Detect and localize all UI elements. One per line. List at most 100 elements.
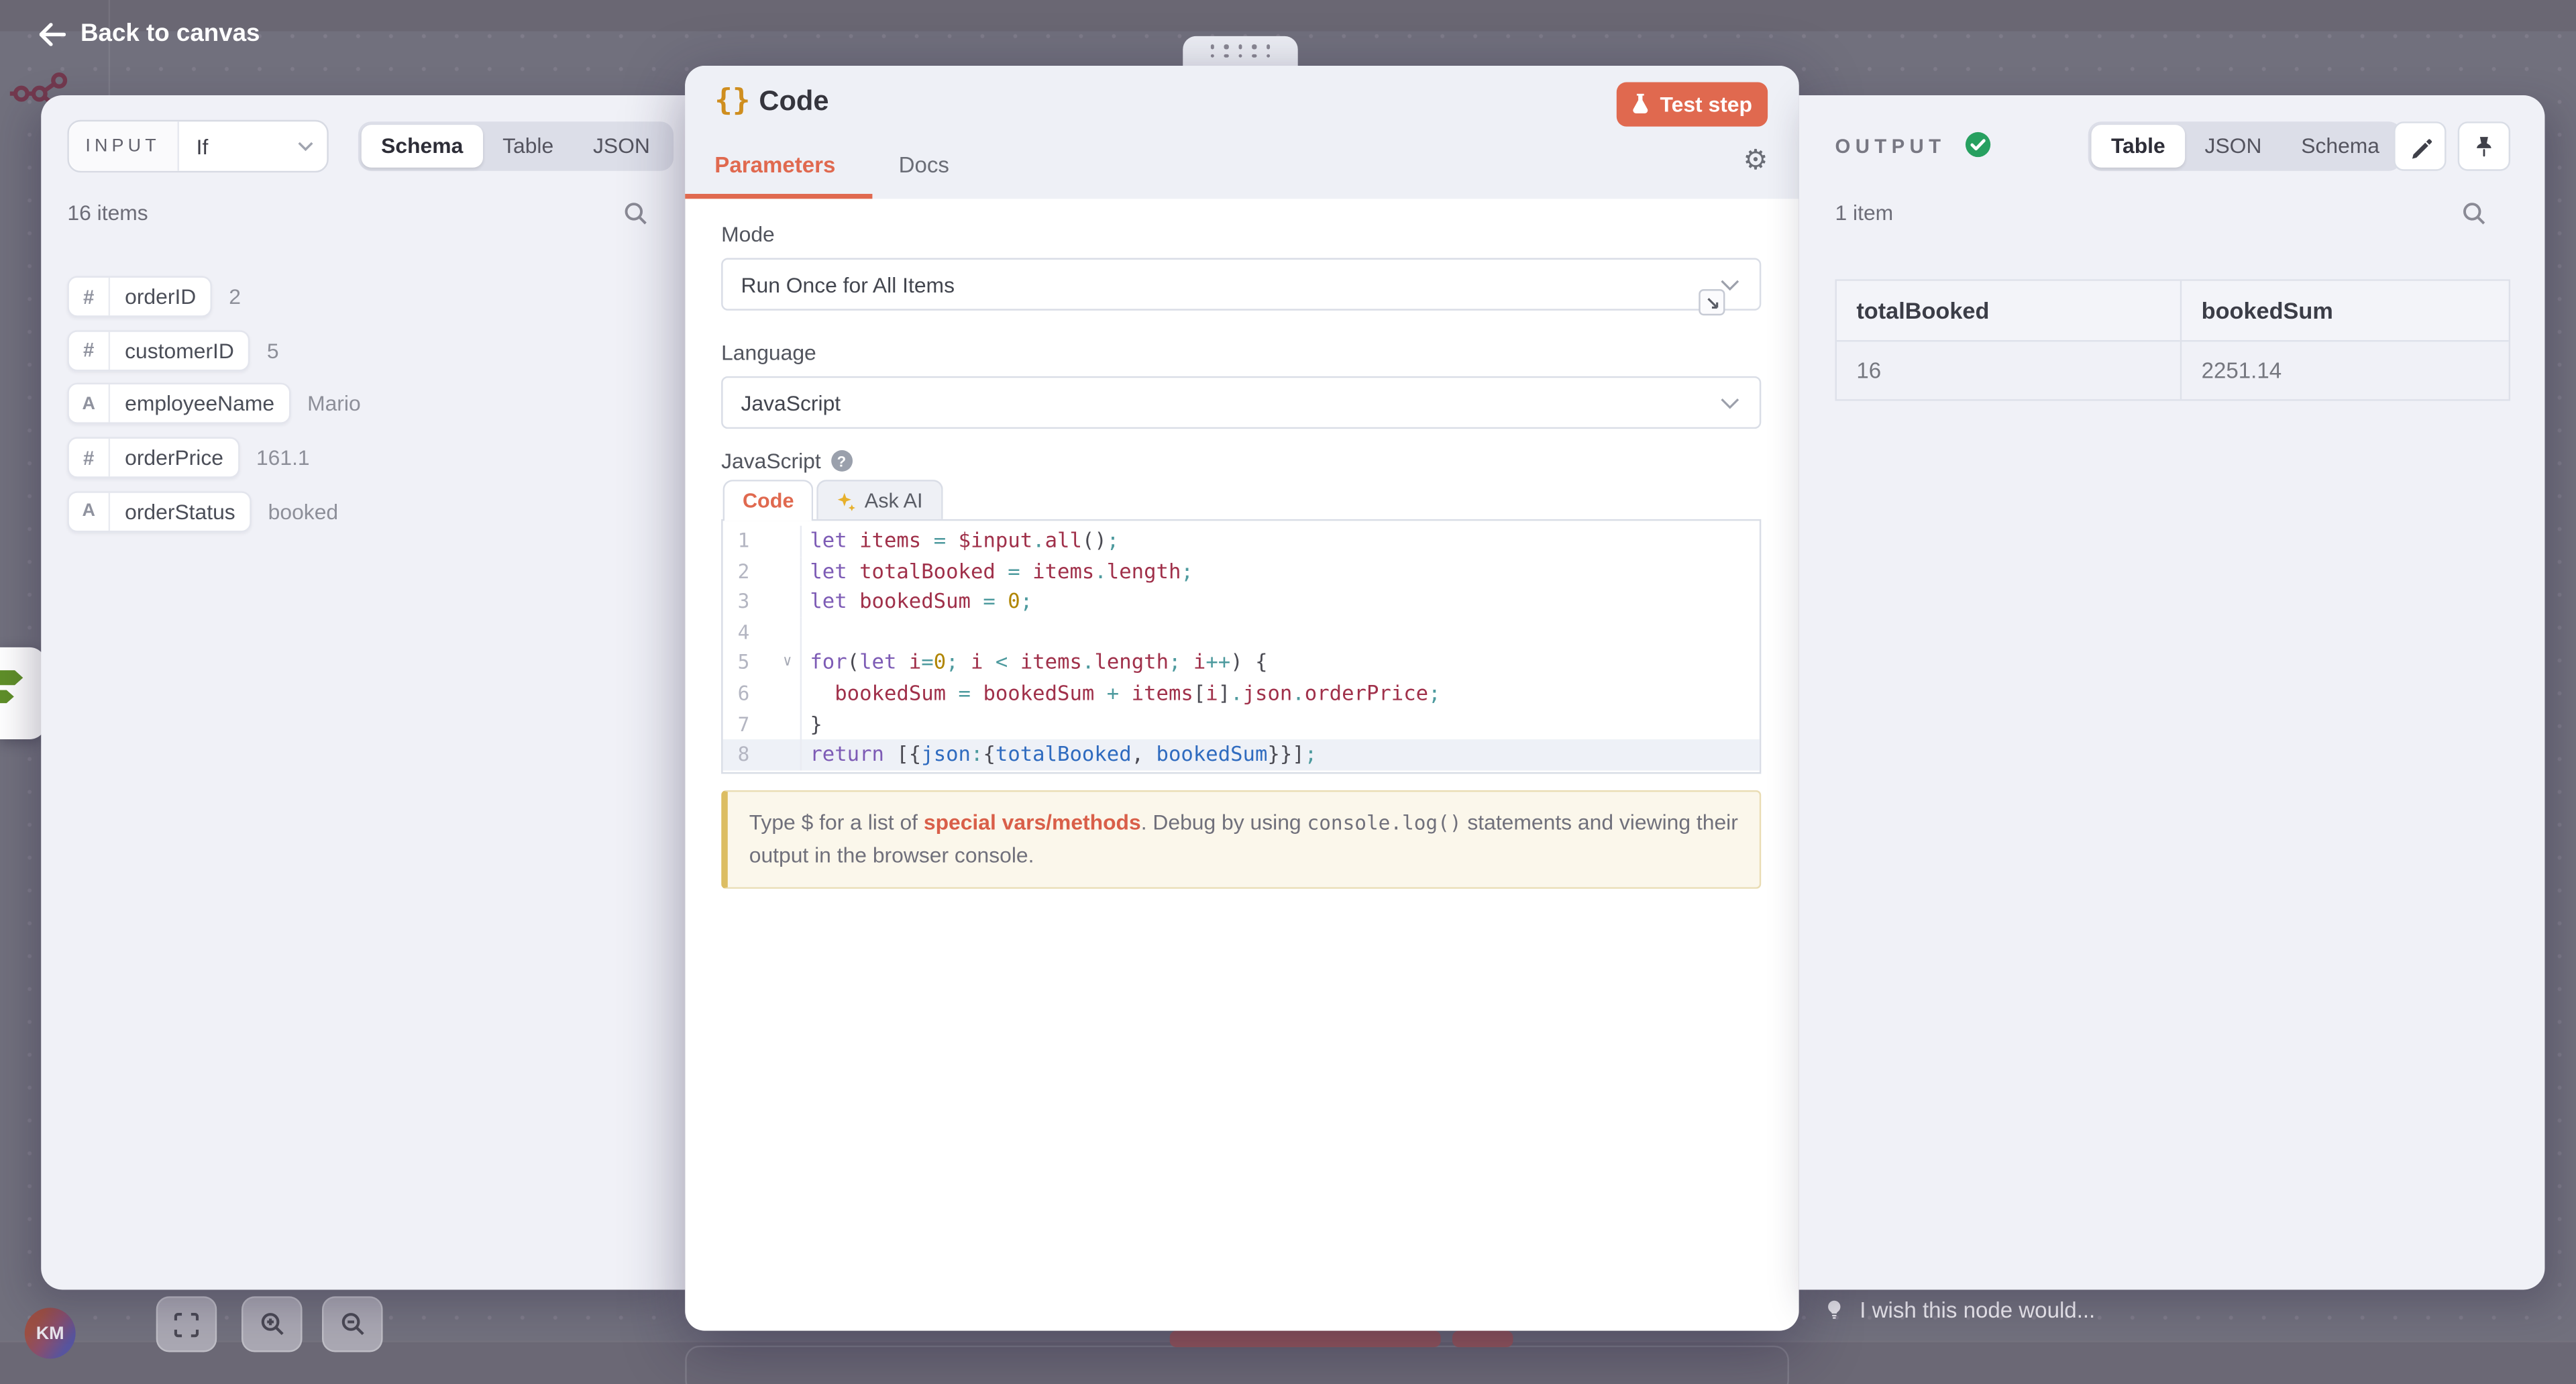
zoom-out-button[interactable] [322, 1296, 383, 1352]
schema-field-value: 5 [267, 338, 279, 363]
hint-text: Type $ for a list of [749, 810, 924, 835]
zoom-out-icon [339, 1311, 366, 1337]
output-tab-table[interactable]: Table [2092, 125, 2186, 168]
editor-tabs: Code Ask AI [723, 480, 946, 521]
edit-output-button[interactable] [2394, 121, 2446, 170]
schema-field-name: customerID [110, 331, 249, 369]
search-icon [2461, 201, 2487, 227]
code-line-content: bookedSum = bookedSum + items[i].json.or… [802, 678, 1760, 709]
chevron-down-icon [1720, 278, 1739, 290]
output-column-header: totalBooked [1837, 281, 2180, 342]
mode-label: Mode [721, 222, 775, 247]
mode-select[interactable]: Run Once for All Items [721, 258, 1761, 310]
input-items-count: 16 items [67, 201, 148, 225]
schema-field-pill[interactable]: AemployeeName [67, 384, 290, 425]
editor-hint-box: Type $ for a list of special vars/method… [721, 790, 1761, 890]
code-line-content: let bookedSum = 0; [802, 587, 1760, 618]
arrow-left-icon [40, 22, 66, 45]
number-type-icon: # [69, 331, 110, 369]
back-to-canvas-button[interactable]: Back to canvas [40, 19, 260, 48]
canvas-dimmed-button [1452, 1331, 1513, 1347]
schema-field-name: orderPrice [110, 439, 238, 476]
line-number: 8 [723, 739, 802, 770]
number-type-icon: # [69, 278, 110, 315]
node-feedback-label: I wish this node would... [1860, 1298, 2095, 1323]
output-cell: 16 [1837, 341, 2180, 399]
schema-field-pill[interactable]: #orderPrice [67, 437, 239, 478]
schema-field-row: #customerID 5 [67, 329, 278, 370]
test-step-label: Test step [1660, 92, 1752, 117]
code-line-content: } [802, 709, 1760, 740]
language-select[interactable]: JavaScript [721, 376, 1761, 429]
pin-data-button[interactable] [2458, 121, 2510, 170]
code-editor[interactable]: 1let items = $input.all();2let totalBook… [721, 519, 1761, 774]
code-lines: 1let items = $input.all();2let totalBook… [723, 526, 1760, 770]
chevron-down-icon [1720, 396, 1739, 408]
active-tab-underline [685, 194, 872, 199]
output-view-tabs: Table JSON Schema [2088, 121, 2403, 170]
schema-field-row: AorderStatus booked [67, 491, 338, 532]
output-tab-schema[interactable]: Schema [2282, 125, 2400, 168]
help-icon[interactable]: ? [830, 450, 852, 472]
output-panel: OUTPUT Table JSON Schema 1 item [1799, 95, 2545, 1289]
ndv-drag-handle[interactable] [1183, 36, 1297, 66]
zoom-in-icon [259, 1311, 285, 1337]
zoom-fit-button[interactable] [156, 1296, 217, 1352]
input-tab-schema[interactable]: Schema [362, 125, 483, 168]
user-avatar[interactable]: KM [25, 1308, 76, 1359]
chevron-down-icon [297, 142, 313, 152]
input-node-stub[interactable] [0, 647, 46, 739]
editor-tab-ask-ai-label: Ask AI [865, 489, 923, 512]
language-label: Language [721, 340, 816, 365]
canvas-dimmed-panel-outline [685, 1346, 1789, 1384]
node-title[interactable]: Code [759, 85, 828, 118]
line-number: 4 [723, 617, 802, 648]
if-node-icon [0, 647, 34, 739]
code-line: 5∨for(let i=0; i < items.length; i++) { [723, 648, 1760, 679]
input-search-button[interactable] [621, 199, 651, 228]
editor-tab-ask-ai[interactable]: Ask AI [817, 480, 943, 519]
code-node-modal: {} Code Test step Parameters Docs ⚙ Mode… [685, 66, 1799, 1331]
app-screen: KM I wish this node would... Back to can… [0, 0, 2576, 1384]
flask-icon [1632, 94, 1650, 115]
input-source-select[interactable]: INPUT If [67, 120, 328, 172]
node-feedback-button[interactable]: I wish this node would... [1823, 1298, 2095, 1323]
line-number: 1 [723, 526, 802, 557]
tab-docs[interactable]: Docs [899, 153, 949, 178]
schema-field-pill[interactable]: AorderStatus [67, 491, 252, 532]
zoom-in-button[interactable] [241, 1296, 303, 1352]
code-line: 8return [{json:{totalBooked, bookedSum}}… [723, 739, 1760, 770]
string-type-icon: A [69, 492, 110, 530]
special-vars-link[interactable]: special vars/methods [924, 810, 1141, 835]
code-line-content: let totalBooked = items.length; [802, 556, 1760, 587]
output-table: totalBookedbookedSum162251.14 [1835, 279, 2511, 401]
schema-field-pill[interactable]: #orderID [67, 276, 212, 317]
schema-field-value: booked [268, 499, 338, 524]
code-line: 6 bookedSum = bookedSum + items[i].json.… [723, 678, 1760, 709]
string-type-icon: A [69, 385, 110, 423]
test-step-button[interactable]: Test step [1617, 82, 1768, 126]
schema-field-pill[interactable]: #customerID [67, 329, 250, 370]
input-source-value: If [178, 121, 298, 170]
schema-field-name: orderID [110, 278, 211, 315]
tab-parameters[interactable]: Parameters [714, 153, 835, 178]
gear-icon[interactable]: ⚙ [1743, 146, 1768, 174]
mode-value: Run Once for All Items [741, 272, 955, 297]
schema-field-name: employeeName [110, 385, 289, 423]
output-search-button[interactable] [2459, 199, 2489, 228]
line-number: 3 [723, 587, 802, 618]
line-number: 6 [723, 678, 802, 709]
code-line: 3let bookedSum = 0; [723, 587, 1760, 618]
pin-icon [2473, 134, 2496, 159]
editor-tab-code-label: Code [743, 490, 794, 513]
search-icon [623, 201, 649, 227]
fold-chevron-icon[interactable]: ∨ [783, 648, 792, 679]
code-line-content: let items = $input.all(); [802, 526, 1760, 557]
line-number: 7 [723, 709, 802, 740]
input-tab-table[interactable]: Table [483, 125, 574, 168]
input-tab-json[interactable]: JSON [574, 125, 670, 168]
output-tab-json[interactable]: JSON [2185, 125, 2282, 168]
expand-editor-button[interactable] [1699, 289, 1725, 315]
zoom-fit-icon [174, 1312, 199, 1337]
editor-tab-code[interactable]: Code [723, 480, 814, 521]
